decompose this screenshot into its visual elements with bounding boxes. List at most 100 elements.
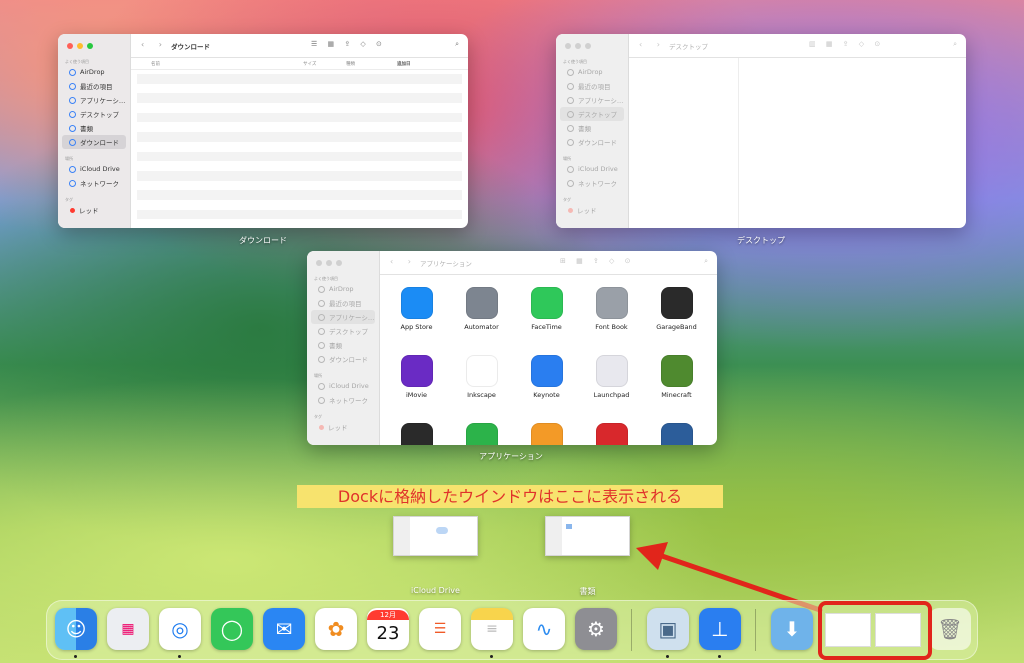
globe-icon [69, 179, 76, 187]
freeform-icon[interactable]: ∿ [523, 608, 565, 650]
traffic-lights[interactable] [67, 43, 93, 49]
sidebar-item-tag-red[interactable]: レッド [560, 203, 624, 217]
sidebar-item-tag-red[interactable]: レッド [311, 420, 375, 434]
app-item[interactable]: GarageBand [644, 287, 709, 349]
sidebar-item-documents[interactable]: 書類 [311, 338, 375, 352]
sidebar-item-desktop[interactable]: デスクトップ [311, 324, 375, 338]
calendar-icon[interactable]: 12月 23 [367, 608, 409, 650]
back-forward-icon[interactable]: ‹ › [141, 40, 168, 49]
app-item[interactable]: App Store [384, 287, 449, 349]
minimized-window-icloud[interactable] [393, 516, 478, 556]
document-icon [567, 124, 574, 132]
sidebar-item-documents[interactable]: 書類 [62, 121, 126, 135]
app-item[interactable] [449, 423, 514, 445]
keynote-icon[interactable]: ⊥ [699, 608, 741, 650]
view-options-icon[interactable]: ☰ ▦ ⇪ ◇ ⊙ [311, 40, 386, 48]
trash-icon[interactable]: 🗑 [929, 608, 971, 650]
sidebar-item-applications[interactable]: アプリケーシ… [62, 93, 126, 107]
sidebar-item-network[interactable]: ネットワーク [560, 176, 624, 190]
font-book-icon [595, 287, 628, 319]
sidebar-item-icloud[interactable]: iCloud Drive [560, 162, 624, 176]
download-icon [69, 138, 76, 146]
preview-icon[interactable]: ▣ [647, 608, 689, 650]
globe-icon [318, 396, 325, 404]
app-item[interactable]: Font Book [579, 287, 644, 349]
traffic-lights[interactable] [565, 43, 591, 49]
desktop-window[interactable]: よく使う項目 AirDrop 最近の項目 アプリケーシ… デスクトップ 書類 ダ… [556, 34, 966, 228]
sidebar-item-recents[interactable]: 最近の項目 [62, 79, 126, 93]
messages-icon[interactable]: ◯ [211, 608, 253, 650]
back-forward-icon[interactable]: ‹ › [639, 40, 666, 49]
column-date-added[interactable]: 追加日 [397, 61, 411, 67]
app-item[interactable]: Minecraft [644, 355, 709, 417]
sidebar-item-network[interactable]: ネットワーク [62, 176, 126, 190]
back-forward-icon[interactable]: ‹ › [390, 257, 417, 266]
running-indicator [666, 655, 669, 658]
mail-icon[interactable]: ✉ [263, 608, 305, 650]
folder-icon [566, 524, 572, 529]
sidebar-item-recents[interactable]: 最近の項目 [560, 79, 624, 93]
minimized-window-documents[interactable] [545, 516, 630, 556]
sidebar-item-airdrop[interactable]: AirDrop [311, 282, 375, 296]
app-item[interactable]: Launchpad [579, 355, 644, 417]
column-size[interactable]: サイズ [303, 61, 316, 67]
app-item[interactable]: Keynote [514, 355, 579, 417]
app-item[interactable] [644, 423, 709, 445]
app-item[interactable]: FaceTime [514, 287, 579, 349]
traffic-lights[interactable] [316, 260, 342, 266]
sidebar-item-icloud[interactable]: iCloud Drive [62, 162, 126, 176]
applications-window[interactable]: よく使う項目 AirDrop 最近の項目 アプリケーシ… デスクトップ 書類 ダ… [307, 251, 717, 445]
sidebar-item-desktop[interactable]: デスクトップ [560, 107, 624, 121]
download-icon [567, 138, 574, 146]
view-options-icon[interactable]: ⊞ ▦ ⇪ ◇ ⊙ [560, 257, 635, 265]
sidebar-item-documents[interactable]: 書類 [560, 121, 624, 135]
app-item[interactable] [514, 423, 579, 445]
sidebar-item-icloud[interactable]: iCloud Drive [311, 379, 375, 393]
minimized-label-icloud: iCloud Drive [411, 586, 460, 595]
sidebar-item-recents[interactable]: 最近の項目 [311, 296, 375, 310]
sidebar-item-downloads[interactable]: ダウンロード [62, 135, 126, 149]
notes-icon[interactable]: ≡ [471, 608, 513, 650]
desktop-caption: デスクトップ [737, 236, 785, 245]
finder-icon[interactable]: ☺ [55, 608, 97, 650]
app-item[interactable]: Inkscape [449, 355, 514, 417]
search-icon[interactable]: ⌕ [704, 257, 708, 266]
app-name: Automator [464, 323, 499, 331]
sidebar-item-airdrop[interactable]: AirDrop [560, 65, 624, 79]
safari-icon[interactable]: ◎ [159, 608, 201, 650]
photos-icon[interactable]: ✿ [315, 608, 357, 650]
downloads-window[interactable]: よく使う項目 AirDrop 最近の項目 アプリケーシ… デスクトップ 書類 ダ… [58, 34, 468, 228]
airdrop-icon [567, 68, 574, 76]
window-title: デスクトップ [669, 43, 708, 51]
red-tag-icon [568, 207, 573, 213]
download-icon [318, 355, 325, 363]
search-icon[interactable]: ⌕ [953, 40, 957, 49]
sidebar-item-applications[interactable]: アプリケーシ… [560, 93, 624, 107]
file-list [131, 74, 468, 228]
system-settings-icon[interactable]: ⚙ [575, 608, 617, 650]
sidebar-item-desktop[interactable]: デスクトップ [62, 107, 126, 121]
downloads-folder-icon[interactable]: ⬇ [771, 608, 813, 650]
sidebar-item-applications[interactable]: アプリケーシ… [311, 310, 375, 324]
search-icon[interactable]: ⌕ [455, 40, 459, 49]
toolbar: ‹ › ダウンロード ☰ ▦ ⇪ ◇ ⊙ ⌕ [131, 34, 468, 58]
sidebar-item-tag-red[interactable]: レッド [62, 203, 126, 217]
minecraft-icon [660, 355, 693, 387]
app-item[interactable]: iMovie [384, 355, 449, 417]
document-icon [69, 124, 76, 132]
app-item[interactable]: Automator [449, 287, 514, 349]
launchpad-icon[interactable]: ▦ [107, 608, 149, 650]
app-item[interactable] [579, 423, 644, 445]
cloud-icon [318, 382, 325, 390]
view-options-icon[interactable]: ▥ ▦ ⇪ ◇ ⊙ [809, 40, 884, 48]
pages-icon [530, 423, 563, 445]
sidebar-item-network[interactable]: ネットワーク [311, 393, 375, 407]
sidebar-item-downloads[interactable]: ダウンロード [311, 352, 375, 366]
numbers-icon [465, 423, 498, 445]
column-name[interactable]: 名前 [151, 61, 160, 67]
column-kind[interactable]: 種類 [346, 61, 355, 67]
app-item[interactable] [384, 423, 449, 445]
reminders-icon[interactable]: ☰ [419, 608, 461, 650]
sidebar-item-downloads[interactable]: ダウンロード [560, 135, 624, 149]
sidebar-item-airdrop[interactable]: AirDrop [62, 65, 126, 79]
